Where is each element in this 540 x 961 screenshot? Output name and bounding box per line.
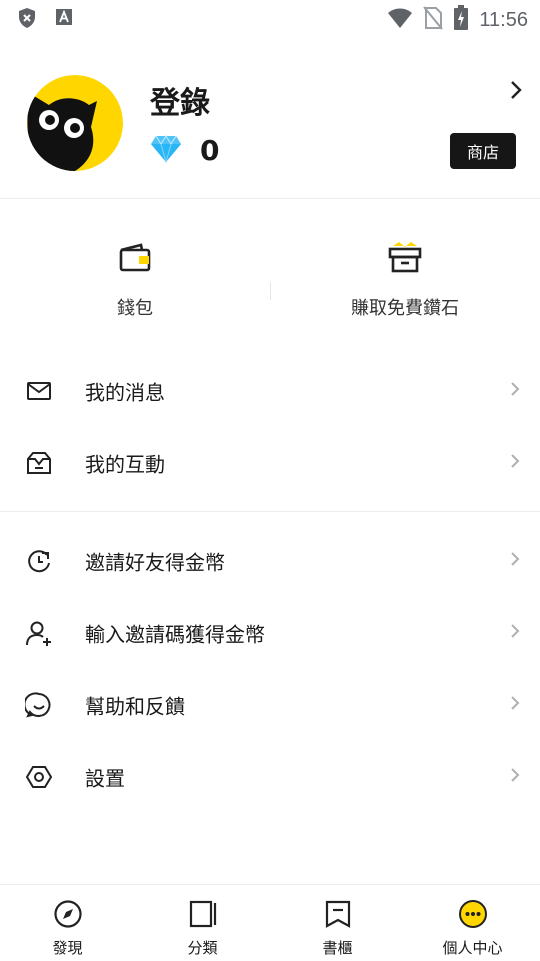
chevron-right-icon — [510, 695, 520, 715]
chevron-right-icon — [510, 551, 520, 571]
menu-item-interactions[interactable]: 我的互動 — [0, 427, 540, 499]
add-user-icon — [25, 619, 53, 647]
font-icon — [54, 7, 74, 33]
menu-label: 邀請好友得金幣 — [85, 550, 225, 575]
menu-item-help-feedback[interactable]: 幫助和反饋 — [0, 669, 540, 741]
tab-label: 書櫃 — [322, 939, 353, 957]
menu-label: 我的互動 — [85, 452, 165, 477]
wallet-button[interactable]: 錢包 — [0, 240, 270, 320]
shield-icon — [16, 7, 38, 33]
menu-label: 設置 — [85, 766, 125, 791]
wallet-icon — [117, 240, 153, 280]
bottom-tab-bar: 發現 分類 書櫃 個人中心 — [0, 884, 540, 961]
status-time: 11:56 — [479, 8, 528, 31]
wallet-label: 錢包 — [117, 298, 153, 319]
diamond-count: 0 — [200, 134, 220, 167]
inbox-icon — [25, 449, 53, 477]
mail-icon — [25, 377, 53, 405]
menu-item-messages[interactable]: 我的消息 — [0, 355, 540, 427]
diamond-balance: 0 — [150, 134, 219, 167]
menu-label: 我的消息 — [85, 380, 165, 405]
menu-label: 輸入邀請碼獲得金幣 — [85, 622, 265, 647]
menu-item-invite-code[interactable]: 輸入邀請碼獲得金幣 — [0, 597, 540, 669]
bookshelf-icon — [323, 899, 353, 933]
tab-label: 分類 — [187, 939, 218, 957]
chevron-right-icon — [510, 623, 520, 643]
tab-bookshelf[interactable]: 書櫃 — [270, 899, 405, 958]
chevron-right-icon — [510, 767, 520, 787]
chevron-right-icon — [510, 381, 520, 401]
book-stack-icon — [188, 899, 218, 933]
settings-hexagon-icon — [25, 763, 53, 791]
avatar[interactable] — [27, 75, 123, 171]
battery-charging-icon — [453, 5, 469, 35]
compass-icon — [53, 899, 83, 933]
profile-header[interactable]: 登錄 0 商店 — [0, 66, 540, 198]
profile-chevron-right-icon[interactable] — [510, 80, 522, 104]
earn-diamonds-label: 賺取免費鑽石 — [351, 298, 459, 319]
menu-item-invite-friends[interactable]: 邀請好友得金幣 — [0, 525, 540, 597]
chevron-right-icon — [510, 453, 520, 473]
more-dots-icon — [458, 899, 488, 933]
divider — [0, 198, 540, 199]
earn-diamonds-button[interactable]: 賺取免費鑽石 — [270, 240, 540, 320]
quick-actions: 錢包 賺取免費鑽石 — [0, 240, 540, 340]
menu-item-settings[interactable]: 設置 — [0, 741, 540, 813]
tab-discover[interactable]: 發現 — [0, 899, 135, 958]
feedback-smile-icon — [23, 691, 53, 719]
tab-categories[interactable]: 分類 — [135, 899, 270, 958]
no-sim-icon — [423, 6, 444, 34]
shop-button[interactable]: 商店 — [450, 133, 516, 169]
invite-refresh-icon — [25, 547, 53, 575]
menu-label: 幫助和反饋 — [85, 694, 185, 719]
wifi-icon — [387, 7, 413, 33]
tab-label: 發現 — [52, 939, 83, 957]
status-bar: 11:56 — [0, 0, 540, 36]
tab-profile[interactable]: 個人中心 — [405, 899, 540, 958]
divider — [0, 511, 540, 512]
gift-box-icon — [387, 240, 423, 280]
login-link[interactable]: 登錄 — [150, 78, 210, 122]
diamond-icon — [150, 134, 182, 167]
tab-label: 個人中心 — [442, 939, 503, 957]
